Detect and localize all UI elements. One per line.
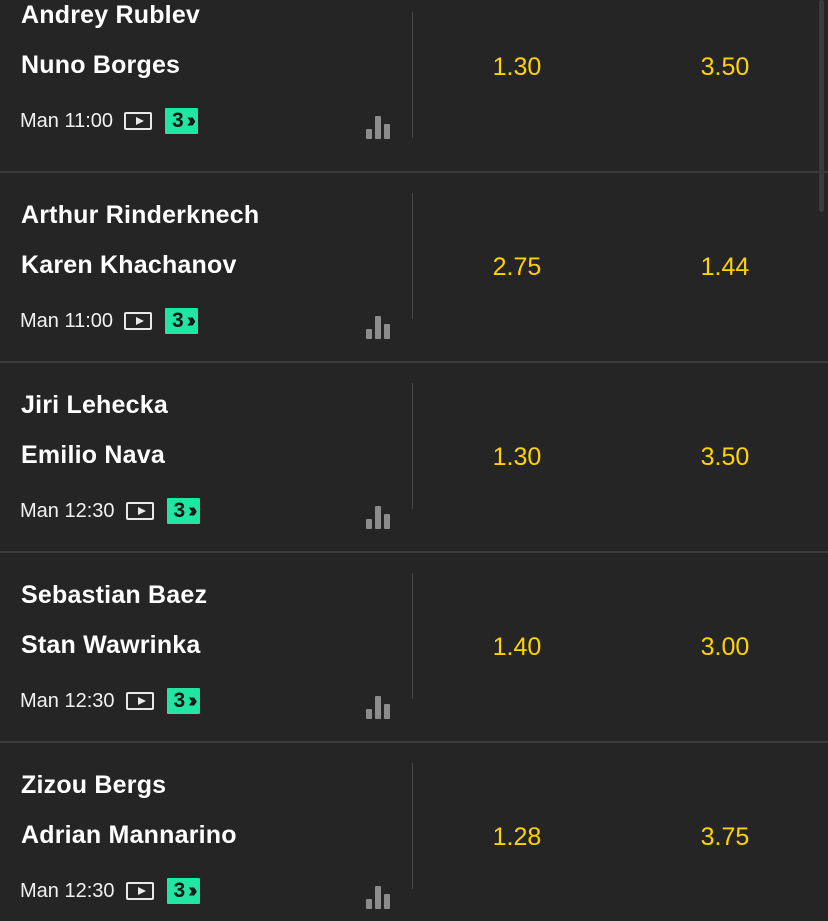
column-divider xyxy=(412,763,413,889)
player-1-name: Sebastian Baez xyxy=(21,581,208,609)
bar-chart-icon[interactable] xyxy=(366,692,392,719)
bar-chart-icon[interactable] xyxy=(366,882,392,909)
row-divider xyxy=(0,361,828,363)
row-divider xyxy=(0,171,828,173)
odds-player-2[interactable]: 3.50 xyxy=(645,443,805,472)
markets-badge: 3 ›› xyxy=(166,688,200,714)
match-time: Man 12:30 xyxy=(20,499,115,522)
column-divider xyxy=(412,193,413,319)
match-meta: Man 12:30 3 ›› xyxy=(20,496,200,526)
match-row[interactable]: Jiri Lehecka Emilio Nava Man 12:30 3 ›› … xyxy=(0,361,828,551)
match-row[interactable]: Arthur Rinderknech Karen Khachanov Man 1… xyxy=(0,171,828,361)
markets-badge-count: 3 xyxy=(173,689,186,712)
match-time: Man 12:30 xyxy=(20,689,115,712)
odds-player-1[interactable]: 1.30 xyxy=(437,443,597,472)
double-chevron-right-icon: ›› xyxy=(186,309,197,332)
markets-badge: 3 ›› xyxy=(165,308,199,334)
odds-player-1[interactable]: 1.28 xyxy=(437,823,597,852)
bar-chart-icon[interactable] xyxy=(366,112,392,139)
match-meta: Man 11:00 3 ›› xyxy=(20,306,199,336)
match-meta: Man 12:30 3 ›› xyxy=(20,686,200,716)
column-divider xyxy=(412,573,413,699)
play-icon xyxy=(124,112,153,130)
double-chevron-right-icon: ›› xyxy=(186,109,197,132)
markets-badge-count: 3 xyxy=(172,109,184,132)
play-icon xyxy=(125,692,154,710)
match-row[interactable]: Sebastian Baez Stan Wawrinka Man 12:30 3… xyxy=(0,551,828,741)
row-divider xyxy=(0,741,828,743)
match-row[interactable]: Andrey Rublev Nuno Borges Man 11:00 3 ››… xyxy=(0,0,828,180)
player-2-name: Karen Khachanov xyxy=(21,251,237,279)
markets-badge-count: 3 xyxy=(173,879,186,902)
odds-player-2[interactable]: 1.44 xyxy=(645,253,805,282)
markets-badge: 3 ›› xyxy=(165,108,199,134)
bar-chart-icon[interactable] xyxy=(366,312,392,339)
odds-player-2[interactable]: 3.50 xyxy=(645,53,805,82)
player-2-name: Nuno Borges xyxy=(21,51,181,79)
play-icon xyxy=(125,502,154,520)
markets-badge-count: 3 xyxy=(172,309,184,332)
player-1-name: Andrey Rublev xyxy=(21,1,201,29)
player-1-name: Jiri Lehecka xyxy=(21,391,168,419)
player-2-name: Stan Wawrinka xyxy=(21,631,201,659)
player-1-name: Zizou Bergs xyxy=(21,771,167,799)
player-2-name: Emilio Nava xyxy=(21,441,165,469)
play-icon xyxy=(125,882,154,900)
odds-player-1[interactable]: 1.30 xyxy=(437,53,597,82)
scrollbar[interactable] xyxy=(819,0,824,212)
match-meta: Man 11:00 3 ›› xyxy=(20,106,199,136)
markets-badge: 3 ›› xyxy=(166,878,200,904)
odds-player-2[interactable]: 3.75 xyxy=(645,823,805,852)
row-divider xyxy=(0,551,828,553)
odds-player-1[interactable]: 1.40 xyxy=(437,633,597,662)
markets-badge-count: 3 xyxy=(173,499,186,522)
match-row[interactable]: Zizou Bergs Adrian Mannarino Man 12:30 3… xyxy=(0,741,828,921)
player-2-name: Adrian Mannarino xyxy=(21,821,237,849)
double-chevron-right-icon: ›› xyxy=(188,879,198,902)
column-divider xyxy=(412,383,413,509)
match-time: Man 11:00 xyxy=(20,309,114,332)
player-1-name: Arthur Rinderknech xyxy=(21,201,260,229)
double-chevron-right-icon: ›› xyxy=(188,689,198,712)
play-icon xyxy=(124,312,153,330)
column-divider xyxy=(412,12,413,138)
double-chevron-right-icon: ›› xyxy=(188,499,198,522)
odds-player-2[interactable]: 3.00 xyxy=(645,633,805,662)
markets-badge: 3 ›› xyxy=(166,498,200,524)
odds-player-1[interactable]: 2.75 xyxy=(437,253,597,282)
match-time: Man 11:00 xyxy=(20,109,114,132)
bar-chart-icon[interactable] xyxy=(366,502,392,529)
match-time: Man 12:30 xyxy=(20,879,115,902)
match-meta: Man 12:30 3 ›› xyxy=(20,876,200,906)
